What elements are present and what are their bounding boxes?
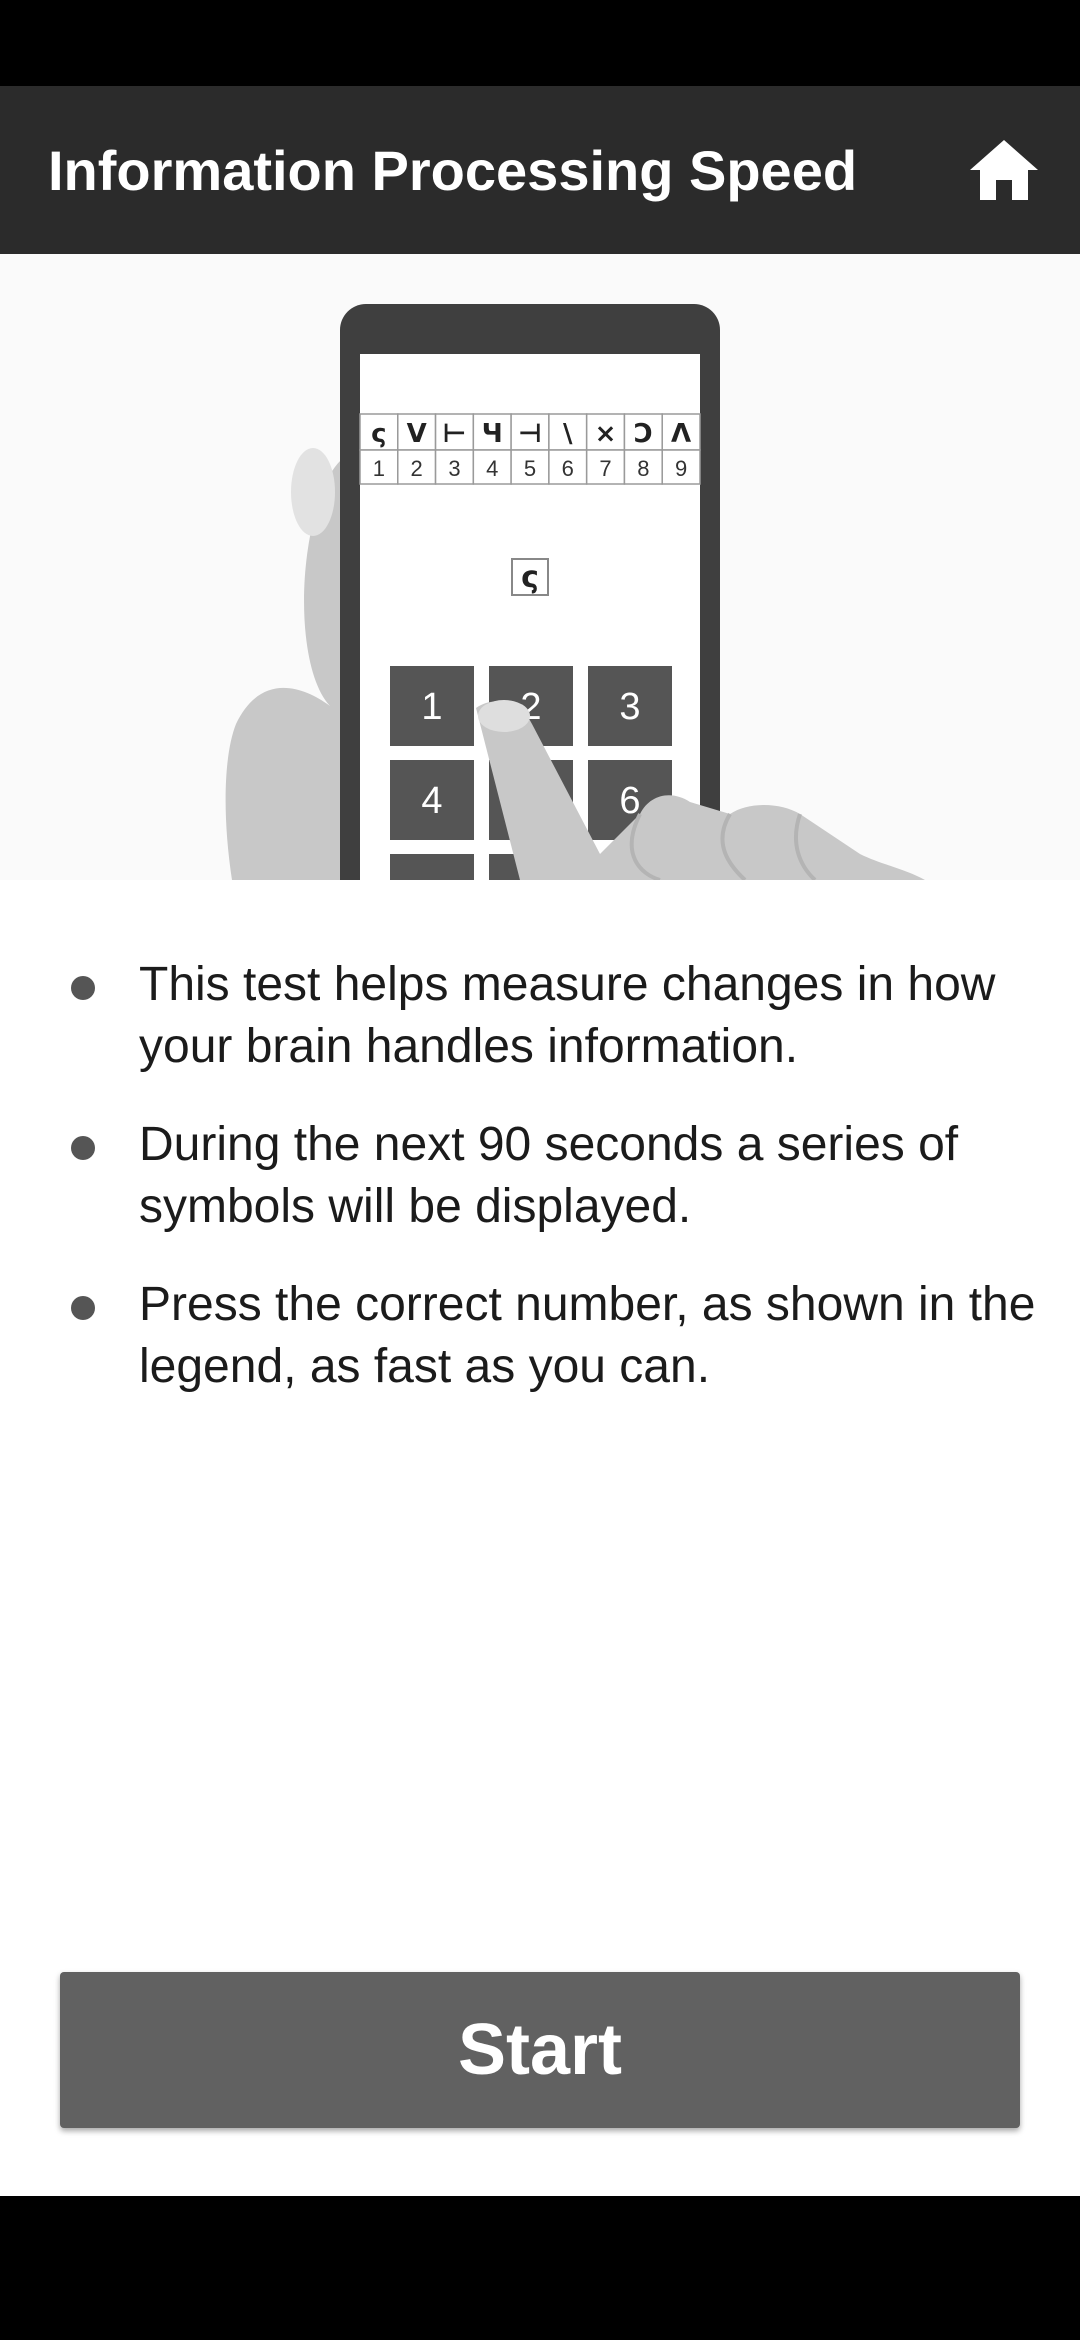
target-symbol: ς (521, 560, 539, 595)
legend-number: 1 (373, 456, 385, 481)
legend-number: 9 (675, 456, 687, 481)
keypad-key-label: 3 (619, 686, 640, 728)
legend-number: 2 (411, 456, 423, 481)
instruction-item: Press the correct number, as shown in th… (0, 1274, 1080, 1398)
app-bar: Information Processing Speed (0, 86, 1080, 254)
legend-symbol: Λ (671, 419, 691, 449)
legend-number: 6 (562, 456, 574, 481)
home-button[interactable] (964, 130, 1044, 210)
bullet-icon (71, 976, 95, 1000)
legend-symbol: V (407, 419, 427, 449)
legend-number: 4 (486, 456, 498, 481)
bullet-icon (71, 1296, 95, 1320)
bullet-icon (71, 1136, 95, 1160)
instruction-item: During the next 90 seconds a series of s… (0, 1114, 1080, 1238)
legend-number: 8 (637, 456, 649, 481)
legend-symbol: ⊣ (518, 419, 542, 449)
instruction-text: This test helps measure changes in how y… (139, 958, 996, 1073)
legend-symbol: Ч (482, 419, 503, 449)
legend-symbol: Ͻ (634, 419, 652, 449)
legend-symbol: ς (371, 419, 386, 449)
instruction-item: This test helps measure changes in how y… (0, 954, 1080, 1078)
main-content: ς1V2⊢3Ч4⊣5\6×7Ͻ8Λ9 ς 123456789 This test… (0, 254, 1080, 2196)
keypad-key-label: 7 (421, 874, 442, 880)
start-button[interactable]: Start (60, 1972, 1020, 2128)
page-title: Information Processing Speed (48, 138, 858, 202)
status-bar (0, 0, 1080, 86)
legend-symbol: \ (563, 419, 573, 449)
instruction-list: This test helps measure changes in how y… (0, 954, 1080, 1434)
legend-number: 3 (448, 456, 460, 481)
legend-number: 5 (524, 456, 536, 481)
symbol-legend: ς 1V 2 ⊢ 3Ч 4 ⊣ 5 \ 6 × 7Ͻ 8Λ 9 (359, 413, 701, 485)
navigation-bar (0, 2196, 1080, 2340)
legend-number: 7 (599, 456, 611, 481)
instruction-text: During the next 90 seconds a series of s… (139, 1118, 959, 1233)
legend-symbol: ⊢ (443, 419, 467, 449)
home-icon (970, 140, 1038, 200)
legend-symbol: × (595, 419, 617, 449)
tutorial-illustration: ς1V2⊢3Ч4⊣5\6×7Ͻ8Λ9 ς 123456789 (0, 254, 1080, 880)
instruction-text: Press the correct number, as shown in th… (139, 1278, 1036, 1393)
keypad-key-label: 4 (421, 780, 442, 822)
keypad-key-label: 1 (421, 686, 442, 728)
